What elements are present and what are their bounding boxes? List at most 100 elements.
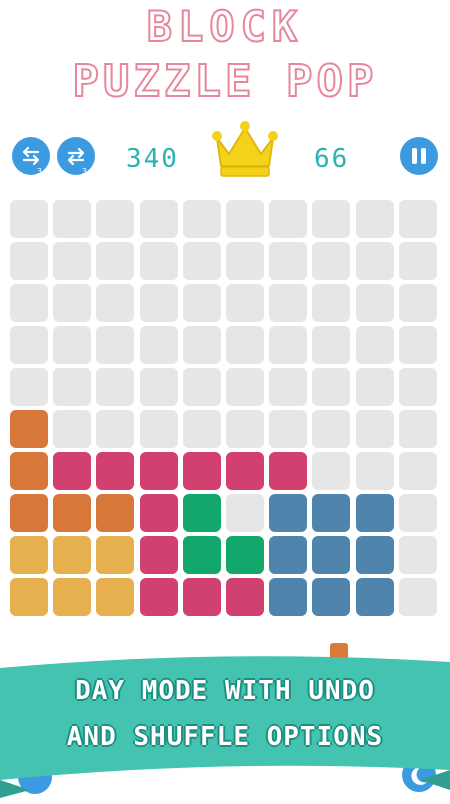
filled-cell[interactable] [182, 452, 221, 490]
shuffle-button[interactable]: 3 [57, 137, 95, 176]
filled-cell[interactable] [53, 536, 92, 574]
empty-cell[interactable] [226, 410, 264, 448]
empty-cell[interactable] [226, 368, 264, 406]
empty-cell[interactable] [312, 326, 351, 364]
empty-cell[interactable] [398, 494, 437, 532]
empty-cell[interactable] [355, 284, 394, 322]
empty-cell[interactable] [226, 284, 264, 322]
empty-cell[interactable] [182, 326, 221, 364]
empty-cell[interactable] [96, 368, 135, 406]
filled-cell[interactable] [226, 536, 264, 574]
empty-cell[interactable] [312, 200, 351, 238]
empty-cell[interactable] [312, 410, 351, 448]
empty-cell[interactable] [139, 326, 178, 364]
empty-cell[interactable] [269, 368, 308, 406]
filled-cell[interactable] [53, 494, 92, 532]
empty-cell[interactable] [53, 200, 92, 238]
empty-cell[interactable] [312, 452, 351, 490]
empty-cell[interactable] [139, 200, 178, 238]
empty-cell[interactable] [182, 368, 221, 406]
empty-cell[interactable] [182, 410, 221, 448]
empty-cell[interactable] [53, 410, 92, 448]
empty-cell[interactable] [139, 410, 178, 448]
filled-cell[interactable] [139, 578, 178, 616]
empty-cell[interactable] [312, 242, 351, 280]
filled-cell[interactable] [53, 452, 92, 490]
filled-cell[interactable] [269, 536, 308, 574]
filled-cell[interactable] [139, 452, 178, 490]
filled-cell[interactable] [96, 452, 135, 490]
empty-cell[interactable] [398, 368, 437, 406]
empty-cell[interactable] [10, 326, 48, 364]
empty-cell[interactable] [53, 242, 92, 280]
empty-cell[interactable] [398, 326, 437, 364]
empty-cell[interactable] [182, 200, 221, 238]
empty-cell[interactable] [269, 410, 308, 448]
filled-cell[interactable] [96, 536, 135, 574]
undo-button[interactable]: 3 [12, 137, 50, 176]
filled-cell[interactable] [139, 536, 178, 574]
empty-cell[interactable] [96, 326, 135, 364]
filled-cell[interactable] [355, 494, 394, 532]
empty-cell[interactable] [226, 494, 264, 532]
filled-cell[interactable] [10, 452, 48, 490]
empty-cell[interactable] [139, 284, 178, 322]
empty-cell[interactable] [96, 242, 135, 280]
empty-cell[interactable] [10, 368, 48, 406]
empty-cell[interactable] [226, 326, 264, 364]
empty-cell[interactable] [398, 410, 437, 448]
empty-cell[interactable] [53, 284, 92, 322]
empty-cell[interactable] [53, 368, 92, 406]
empty-cell[interactable] [355, 326, 394, 364]
filled-cell[interactable] [269, 494, 308, 532]
filled-cell[interactable] [269, 452, 308, 490]
empty-cell[interactable] [10, 242, 48, 280]
filled-cell[interactable] [10, 494, 48, 532]
empty-cell[interactable] [182, 284, 221, 322]
empty-cell[interactable] [312, 284, 351, 322]
filled-cell[interactable] [182, 578, 221, 616]
empty-cell[interactable] [355, 200, 394, 238]
empty-cell[interactable] [53, 326, 92, 364]
empty-cell[interactable] [139, 242, 178, 280]
filled-cell[interactable] [139, 494, 178, 532]
filled-cell[interactable] [269, 578, 308, 616]
empty-cell[interactable] [355, 410, 394, 448]
filled-cell[interactable] [182, 494, 221, 532]
empty-cell[interactable] [398, 284, 437, 322]
filled-cell[interactable] [312, 494, 351, 532]
empty-cell[interactable] [96, 284, 135, 322]
filled-cell[interactable] [53, 578, 92, 616]
empty-cell[interactable] [10, 284, 48, 322]
empty-cell[interactable] [269, 242, 308, 280]
empty-cell[interactable] [269, 326, 308, 364]
filled-cell[interactable] [10, 536, 48, 574]
empty-cell[interactable] [96, 410, 135, 448]
empty-cell[interactable] [398, 536, 437, 574]
filled-cell[interactable] [312, 578, 351, 616]
empty-cell[interactable] [226, 242, 264, 280]
filled-cell[interactable] [96, 494, 135, 532]
empty-cell[interactable] [182, 242, 221, 280]
empty-cell[interactable] [398, 578, 437, 616]
empty-cell[interactable] [398, 242, 437, 280]
empty-cell[interactable] [10, 200, 48, 238]
empty-cell[interactable] [398, 200, 437, 238]
filled-cell[interactable] [182, 536, 221, 574]
empty-cell[interactable] [139, 368, 178, 406]
empty-cell[interactable] [355, 368, 394, 406]
empty-cell[interactable] [398, 452, 437, 490]
game-board[interactable] [10, 200, 442, 620]
filled-cell[interactable] [355, 536, 394, 574]
filled-cell[interactable] [10, 578, 48, 616]
pause-button[interactable] [400, 137, 438, 175]
empty-cell[interactable] [226, 200, 264, 238]
filled-cell[interactable] [355, 578, 394, 616]
empty-cell[interactable] [355, 242, 394, 280]
empty-cell[interactable] [269, 284, 308, 322]
filled-cell[interactable] [226, 578, 264, 616]
filled-cell[interactable] [96, 578, 135, 616]
filled-cell[interactable] [10, 410, 48, 448]
empty-cell[interactable] [269, 200, 308, 238]
filled-cell[interactable] [226, 452, 264, 490]
